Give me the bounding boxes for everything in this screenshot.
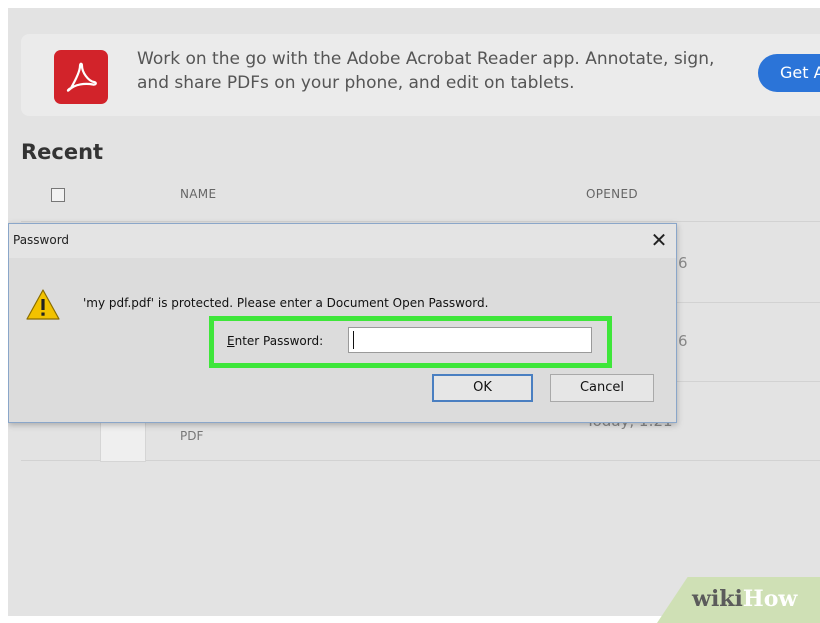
password-label-text: nter Password: <box>234 334 324 348</box>
acrobat-home-view: Work on the go with the Adobe Acrobat Re… <box>8 8 820 616</box>
mobile-app-promo-banner: Work on the go with the Adobe Acrobat Re… <box>21 34 820 116</box>
text-caret <box>353 331 354 349</box>
password-input[interactable] <box>348 327 592 353</box>
wikihow-watermark: wikiHow <box>692 586 797 612</box>
file-row-date-peek: 6 <box>678 332 688 350</box>
file-type-label: PDF <box>180 429 204 443</box>
dialog-title: Password <box>13 233 70 247</box>
column-header-opened[interactable]: OPENED <box>586 187 638 201</box>
password-label: Enter Password: <box>227 334 323 348</box>
password-label-accelerator: E <box>227 334 235 348</box>
password-dialog: Password ✕ 'my pdf.pdf' is protected. Pl… <box>8 223 677 423</box>
row-divider <box>21 221 820 222</box>
acrobat-logo-icon <box>54 50 108 104</box>
close-icon[interactable]: ✕ <box>647 228 671 252</box>
recent-heading: Recent <box>21 140 104 164</box>
protected-message: 'my pdf.pdf' is protected. Please enter … <box>83 296 489 310</box>
dialog-titlebar[interactable]: Password ✕ <box>9 224 676 258</box>
watermark-how: How <box>742 586 798 612</box>
promo-text: Work on the go with the Adobe Acrobat Re… <box>137 49 715 93</box>
file-row-date-peek: 6 <box>678 254 688 272</box>
cancel-button[interactable]: Cancel <box>550 374 654 402</box>
get-app-button[interactable]: Get Ap <box>758 54 820 92</box>
ok-button[interactable]: OK <box>432 374 533 402</box>
watermark-wiki: wiki <box>692 586 743 612</box>
warning-icon <box>26 289 60 320</box>
column-header-name[interactable]: NAME <box>180 187 216 201</box>
select-all-checkbox[interactable] <box>51 188 65 202</box>
